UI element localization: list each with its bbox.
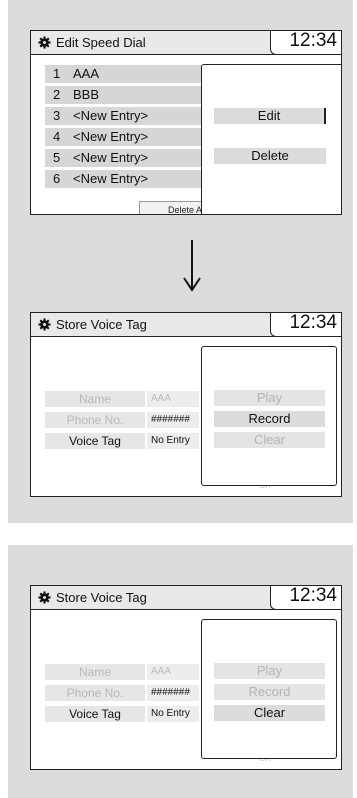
clear-button[interactable]: Clear <box>214 705 325 721</box>
voice-tag-label: Voice Tag <box>45 433 145 449</box>
clock: 12:34 <box>289 585 337 606</box>
entry-number: 1 <box>53 66 61 81</box>
store-voice-tag-screen: Store Voice Tag 12:34 Name AAA Phone No.… <box>30 585 342 770</box>
gear-icon <box>38 591 51 604</box>
entry-number: 2 <box>53 87 61 102</box>
entry-name: <New Entry> <box>73 108 149 123</box>
phone-label: Phone No. <box>45 685 145 701</box>
record-button[interactable]: Record <box>214 411 325 427</box>
store-voice-tag-screen: Store Voice Tag 12:34 Name AAA Phone No.… <box>30 312 342 497</box>
down-arrow-icon <box>183 240 201 292</box>
edit-speed-dial-screen: Edit Speed Dial 12:34 1 AAA 2 BBB 3 <New… <box>30 30 342 215</box>
voice-tag-value: No Entry <box>147 433 199 449</box>
entry-number: 4 <box>53 129 61 144</box>
entry-options-popup: Edit Delete <box>201 64 341 214</box>
entry-name: <New Entry> <box>73 150 149 165</box>
name-label: Name <box>45 391 145 407</box>
play-button: Play <box>214 390 325 406</box>
title-bar: Edit Speed Dial 12:34 <box>31 31 341 55</box>
voice-tag-value: No Entry <box>147 706 199 722</box>
phone-value: ####### <box>147 412 199 428</box>
gear-icon <box>38 36 51 49</box>
edit-button[interactable]: Edit <box>214 108 326 124</box>
clear-button: Clear <box>214 432 325 448</box>
play-button: Play <box>214 663 325 679</box>
clock-tab: 12:34 <box>270 312 341 337</box>
delete-button[interactable]: Delete <box>214 148 326 164</box>
clock-tab: 12:34 <box>270 585 341 610</box>
phone-value: ####### <box>147 685 199 701</box>
voice-tag-label: Voice Tag <box>45 706 145 722</box>
entry-name: <New Entry> <box>73 171 149 186</box>
name-label: Name <box>45 664 145 680</box>
gear-icon <box>38 318 51 331</box>
phone-label: Phone No. <box>45 412 145 428</box>
screen-title: Store Voice Tag <box>56 317 147 332</box>
clock: 12:34 <box>289 30 337 51</box>
screen-title: Edit Speed Dial <box>56 35 146 50</box>
entry-name: BBB <box>73 87 100 102</box>
entry-name: <New Entry> <box>73 129 149 144</box>
title-bar: Store Voice Tag 12:34 <box>31 313 341 337</box>
entry-number: 5 <box>53 150 61 165</box>
name-value: AAA <box>147 391 199 407</box>
name-value: AAA <box>147 664 199 680</box>
clock: 12:34 <box>289 312 337 333</box>
entry-name: AAA <box>73 66 100 81</box>
voice-tag-options-popup: Play Record Clear <box>201 346 337 486</box>
title-bar: Store Voice Tag 12:34 <box>31 586 341 610</box>
screen-title: Store Voice Tag <box>56 590 147 605</box>
record-button: Record <box>214 684 325 700</box>
top-panel: Edit Speed Dial 12:34 1 AAA 2 BBB 3 <New… <box>8 0 353 523</box>
voice-tag-options-popup: Play Record Clear <box>201 619 337 759</box>
entry-number: 3 <box>53 108 61 123</box>
clock-tab: 12:34 <box>270 30 341 55</box>
entry-number: 6 <box>53 171 61 186</box>
bottom-panel: Store Voice Tag 12:34 Name AAA Phone No.… <box>8 545 353 798</box>
